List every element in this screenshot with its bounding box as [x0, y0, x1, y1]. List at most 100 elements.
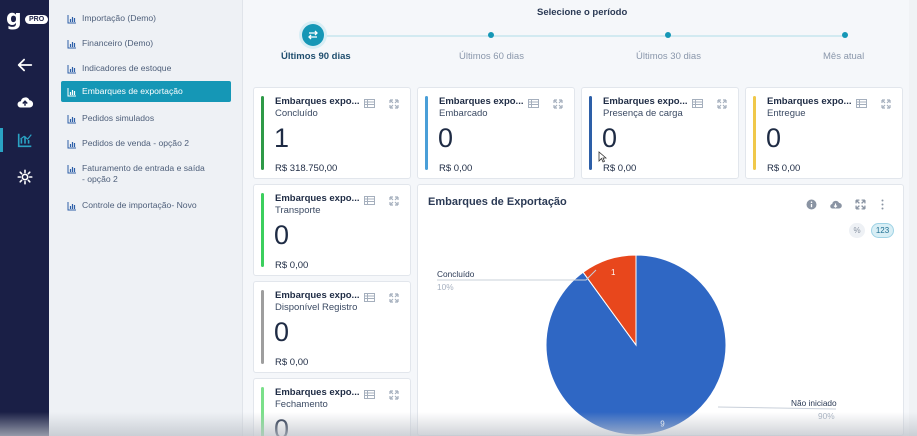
card-title: Embarques expo... [275, 387, 360, 398]
slice-percent-nao-iniciado: 90% [818, 411, 835, 421]
status-color-bar [261, 290, 264, 364]
table-view-icon[interactable] [364, 390, 375, 399]
period-dot-mes[interactable] [842, 32, 848, 38]
nav-item-label: Indicadores de estoque [82, 63, 172, 73]
table-view-icon[interactable] [856, 99, 867, 108]
pie-slice-nao-iniciado-value: 9 [660, 419, 665, 428]
nav-item-label: Pedidos de venda - opção 2 [82, 138, 190, 148]
pie-slice-concluido-value: 1 [611, 268, 616, 277]
kpi-card-concluido[interactable]: Embarques expo... Concluído 1 R$ 318.750… [253, 87, 411, 179]
card-value: R$ 0,00 [603, 163, 637, 174]
card-count: 1 [274, 123, 290, 153]
card-count: 0 [766, 123, 782, 153]
table-view-icon[interactable] [692, 99, 703, 108]
slice-label-concluido: Concluído [437, 269, 475, 279]
period-option-90[interactable]: Últimos 90 dias [281, 51, 351, 62]
nav-item-label: Embarques de exportação [82, 86, 183, 96]
kpi-card-disponivel-registro[interactable]: Embarques expo... Disponível Registro 0 … [253, 281, 411, 373]
scrollbar[interactable] [909, 0, 917, 436]
card-status: Disponível Registro [275, 302, 358, 313]
card-status: Presença de carga [603, 108, 683, 119]
table-view-icon[interactable] [364, 99, 375, 108]
cloud-upload-icon[interactable] [0, 91, 49, 115]
nav-item-controle-importacao[interactable]: Controle de importação- Novo [61, 197, 231, 214]
period-dot-30[interactable] [665, 32, 671, 38]
table-view-icon[interactable] [364, 293, 375, 302]
period-dot-60[interactable] [488, 32, 494, 38]
bar-chart-icon [67, 140, 76, 149]
card-value: R$ 318.750,00 [275, 163, 338, 174]
bar-chart-icon [67, 88, 76, 97]
nav-item-importacao-demo[interactable]: Importação (Demo) [61, 10, 231, 27]
status-color-bar [589, 96, 592, 170]
nav-item-label: Pedidos simulados [82, 113, 155, 123]
expand-icon[interactable] [553, 99, 563, 109]
card-status: Concluído [275, 108, 318, 119]
status-color-bar [753, 96, 756, 170]
kpi-card-transporte[interactable]: Embarques expo... Transporte 0 R$ 0,00 [253, 184, 411, 276]
card-value: R$ 0,00 [275, 260, 309, 271]
card-status: Entregue [767, 108, 806, 119]
card-count: 0 [274, 220, 290, 250]
logo-letter: g [6, 6, 22, 31]
period-swap-icon[interactable] [302, 24, 324, 46]
card-status: Fechamento [275, 399, 328, 410]
table-view-icon[interactable] [528, 99, 539, 108]
period-title: Selecione o período [537, 7, 628, 18]
nav-item-pedidos-simulados[interactable]: Pedidos simulados [61, 110, 231, 127]
expand-icon[interactable] [717, 99, 727, 109]
nav-item-faturamento[interactable]: Faturamento de entrada e saída - opção 2 [61, 160, 211, 188]
kpi-card-entregue[interactable]: Embarques expo... Entregue 0 R$ 0,00 [745, 87, 903, 179]
analytics-chart-icon[interactable] [0, 128, 49, 152]
expand-icon[interactable] [881, 99, 891, 109]
expand-icon[interactable] [389, 390, 399, 400]
bar-chart-icon [67, 165, 76, 174]
card-value: R$ 0,00 [439, 163, 473, 174]
bar-chart-icon [67, 40, 76, 49]
expand-icon[interactable] [389, 99, 399, 109]
bar-chart-icon [67, 65, 76, 74]
kpi-card-embarcado[interactable]: Embarques expo... Embarcado 0 R$ 0,00 [417, 87, 575, 179]
bar-chart-icon [67, 115, 76, 124]
table-view-icon[interactable] [364, 196, 375, 205]
status-color-bar [425, 96, 428, 170]
app-logo[interactable]: g PRO [6, 6, 49, 31]
export-shipments-chart-panel: Embarques de Exportação % 123 91 Concluí… [417, 184, 904, 436]
card-title: Embarques expo... [439, 96, 524, 107]
card-value: R$ 0,00 [275, 357, 309, 368]
kpi-card-fechamento[interactable]: Embarques expo... Fechamento 0 [253, 378, 411, 436]
slice-label-nao-iniciado: Não iniciado [791, 398, 837, 408]
settings-gear-icon[interactable] [0, 165, 49, 189]
slice-percent-concluido: 10% [437, 282, 454, 292]
nav-item-label: Faturamento de entrada e saída - opção 2 [82, 163, 205, 184]
card-count: 0 [438, 123, 454, 153]
card-title: Embarques expo... [275, 193, 360, 204]
nav-item-pedidos-venda[interactable]: Pedidos de venda - opção 2 [61, 135, 231, 152]
nav-item-label: Controle de importação- Novo [82, 200, 197, 210]
period-option-30[interactable]: Últimos 30 dias [636, 51, 701, 62]
period-option-mes[interactable]: Mês atual [823, 51, 864, 62]
app-rail: g PRO [0, 0, 49, 436]
nav-item-embarques-exportacao[interactable]: Embarques de exportação [61, 81, 231, 102]
bar-chart-icon [67, 15, 76, 24]
card-value: R$ 0,00 [767, 163, 801, 174]
period-option-60[interactable]: Últimos 60 dias [459, 51, 524, 62]
card-count: 0 [602, 123, 618, 153]
nav-item-financeiro-demo[interactable]: Financeiro (Demo) [61, 35, 231, 52]
card-count: 0 [274, 414, 290, 436]
expand-icon[interactable] [389, 293, 399, 303]
status-color-bar [261, 387, 264, 436]
nav-item-label: Importação (Demo) [82, 13, 157, 23]
card-count: 0 [274, 317, 290, 347]
back-arrow-icon[interactable] [0, 53, 49, 77]
card-title: Embarques expo... [275, 96, 360, 107]
kpi-card-presenca-carga[interactable]: Embarques expo... Presença de carga 0 R$… [581, 87, 739, 179]
bar-chart-icon [67, 202, 76, 211]
dashboard-nav: Importação (Demo) Financeiro (Demo) Indi… [49, 0, 243, 436]
expand-icon[interactable] [389, 196, 399, 206]
period-track [313, 35, 846, 37]
nav-item-label: Financeiro (Demo) [82, 38, 154, 48]
card-status: Embarcado [439, 108, 488, 119]
mouse-cursor-icon [598, 151, 607, 163]
nav-item-indicadores-estoque[interactable]: Indicadores de estoque [61, 60, 231, 77]
